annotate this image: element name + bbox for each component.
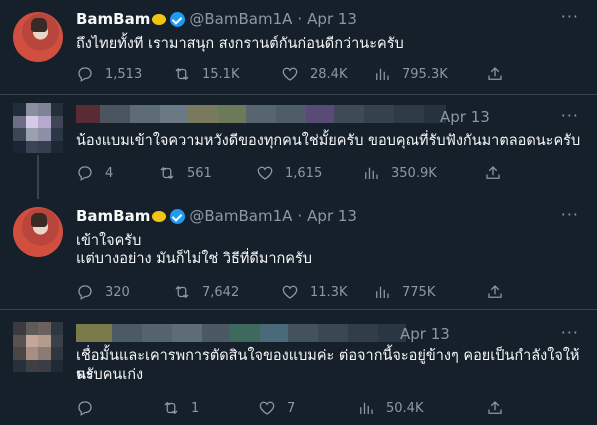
like-count: 7 [287,400,296,416]
views-button[interactable]: 350.9K [362,163,437,183]
retweet-count: 15.1K [202,66,240,82]
views-button[interactable]: 50.4K [357,398,423,418]
retweet-button[interactable]: 1 [162,398,199,418]
share-icon [486,166,500,179]
heart-icon [257,166,273,180]
display-name[interactable]: BamBam [76,207,150,225]
like-count: 11.3K [310,284,348,300]
heart-icon [259,401,275,415]
retweet-button[interactable]: 561 [158,163,212,183]
tweet-4[interactable]: Apr 13 ··· เชื่อมั้นและเคารพการตัดสินใจข… [0,310,597,425]
like-count: 28.4K [310,66,348,82]
avatar[interactable] [13,322,63,372]
views-button[interactable]: 795.3K [373,64,448,84]
like-count: 1,615 [285,165,323,181]
avatar[interactable] [13,12,63,62]
tweet-text-line-2: แต่บางอย่าง มันก็ไม่ใช่ วิธีที่ดีมากครับ [76,251,312,267]
avatar[interactable] [13,103,63,153]
share-icon [488,285,502,298]
view-count: 350.9K [391,165,437,181]
views-icon [360,402,373,414]
retweet-count: 1 [191,400,200,416]
user-handle[interactable]: @BamBam1A [189,207,292,225]
share-button[interactable] [486,282,504,302]
blurred-display-name [76,324,406,342]
views-icon [365,167,378,179]
tweet-header: BamBam @BamBam1A · Apr 13 [76,10,357,28]
retweet-icon [164,401,178,415]
tweet-3[interactable]: BamBam @BamBam1A · Apr 13 ··· เข้าใจครับ… [0,199,597,309]
thread-connector-line [37,155,39,199]
verified-badge-icon [170,208,186,224]
tweet-actions: 1,513 15.1K 28.4K 795.3K [76,64,516,84]
display-name[interactable]: BamBam [76,10,150,28]
retweet-button[interactable]: 7,642 [173,282,239,302]
reply-button[interactable]: 4 [76,163,113,183]
retweet-icon [175,285,189,299]
avatar[interactable] [13,207,63,257]
share-icon [488,67,502,80]
reply-count: 320 [105,284,130,300]
views-icon [376,286,389,298]
tweet-text: น้องแบมเข้าใจความหวังดีของทุกคนใช่มั้ยคร… [76,133,581,149]
heart-icon [282,67,298,81]
tweet-2[interactable]: Apr 13 ··· น้องแบมเข้าใจความหวังดีของทุก… [0,95,597,199]
tweet-date[interactable]: Apr 13 [400,325,450,343]
tweet-text-line-2: ครับคนเก่ง [76,367,144,383]
heart-icon [282,285,298,299]
reply-button[interactable] [76,398,105,418]
reply-icon [78,67,92,82]
tweet-header: BamBam @BamBam1A · Apr 13 [76,207,357,225]
share-icon [488,401,502,414]
reply-count: 4 [105,165,114,181]
like-button[interactable]: 7 [258,398,295,418]
views-button[interactable]: 775K [373,282,435,302]
like-button[interactable]: 28.4K [281,64,347,84]
retweet-count: 561 [187,165,212,181]
view-count: 50.4K [386,400,424,416]
tweet-date[interactable]: Apr 13 [440,108,490,126]
lemon-emoji-icon [152,210,167,222]
share-button[interactable] [484,163,502,183]
view-count: 795.3K [402,66,448,82]
tweet-actions: 320 7,642 11.3K 775K [76,282,516,302]
like-button[interactable]: 11.3K [281,282,347,302]
retweet-icon [160,166,174,180]
retweet-icon [175,67,189,81]
reply-icon [78,401,92,416]
lemon-emoji-icon [152,13,167,25]
tweet-1[interactable]: BamBam @BamBam1A · Apr 13 ··· ถึงไทยทั้ง… [0,0,597,94]
view-count: 775K [402,284,436,300]
tweet-actions: 1 7 50.4K [76,398,516,418]
retweet-button[interactable]: 15.1K [173,64,239,84]
views-icon [376,68,389,80]
reply-icon [78,285,92,300]
user-handle[interactable]: @BamBam1A [189,10,292,28]
tweet-date[interactable]: Apr 13 [307,10,357,28]
share-button[interactable] [486,64,504,84]
tweet-text: ถึงไทยทั้งที เรามาสนุก สงกรานต์กันก่อนดี… [76,36,404,52]
tweet-actions: 4 561 1,615 350.9K [76,163,516,183]
reply-icon [78,166,92,181]
more-options-icon[interactable]: ··· [561,323,579,342]
verified-badge-icon [170,11,186,27]
like-button[interactable]: 1,615 [256,163,322,183]
reply-count: 1,513 [105,66,143,82]
more-options-icon[interactable]: ··· [561,7,579,26]
tweet-date[interactable]: Apr 13 [307,207,357,225]
tweet-text-line-1: เข้าใจครับ [76,233,142,249]
blurred-display-name [76,105,446,123]
reply-button[interactable]: 320 [76,282,130,302]
more-options-icon[interactable]: ··· [561,205,579,224]
more-options-icon[interactable]: ··· [561,106,579,125]
retweet-count: 7,642 [202,284,240,300]
share-button[interactable] [486,398,504,418]
reply-button[interactable]: 1,513 [76,64,142,84]
